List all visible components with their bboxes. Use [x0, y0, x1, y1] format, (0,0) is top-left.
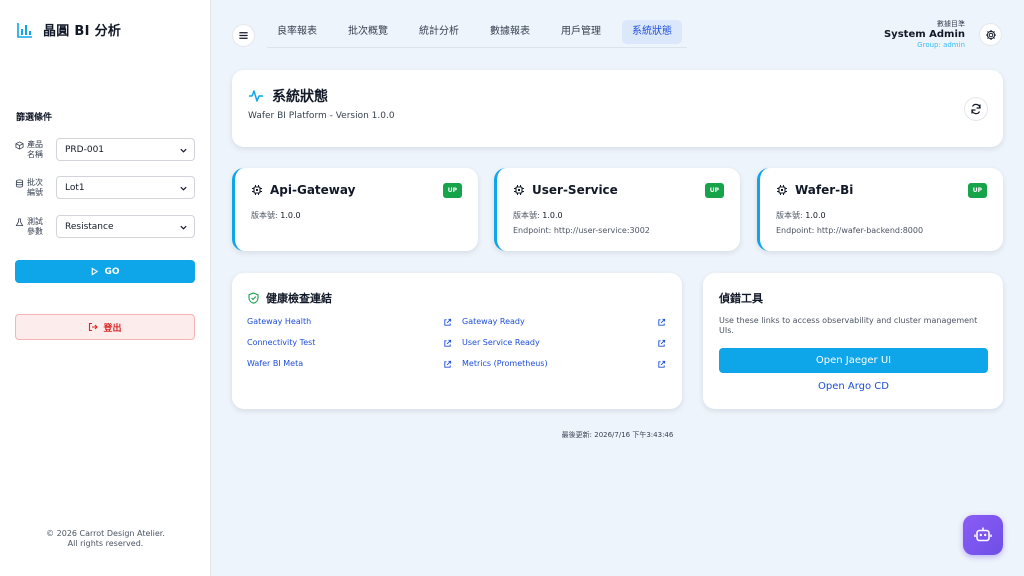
cpu-icon: [514, 185, 524, 195]
refresh-icon: [971, 103, 981, 115]
external-link-icon[interactable]: [443, 339, 452, 348]
health-check-card: 健康檢查連結 Gateway Health Gateway Ready Conn…: [232, 273, 682, 409]
filter-product-label: 產品 名稱: [27, 139, 43, 159]
debug-description: Use these links to access observability …: [719, 316, 978, 335]
gear-icon: [985, 29, 996, 40]
flask-icon: [15, 217, 24, 226]
copyright: © 2026 Carrot Design Atelier. All rights…: [0, 529, 211, 549]
brand: 晶圓 BI 分析: [16, 20, 121, 39]
service-endpoint: Endpoint: http://user-service:3002: [513, 226, 650, 235]
cpu-icon: [777, 185, 787, 195]
tab-data-report[interactable]: 數據報表: [480, 20, 540, 44]
service-name: Api-Gateway: [270, 183, 356, 197]
logout-button[interactable]: 登出: [15, 314, 195, 340]
activity-icon: [249, 90, 263, 102]
logout-icon: [89, 322, 99, 332]
chatbot-button[interactable]: [963, 515, 1003, 555]
tab-lot-overview[interactable]: 批次概覽: [338, 20, 398, 44]
filter-param: 測試 參數 Resistance: [15, 215, 195, 238]
tab-yield-report[interactable]: 良率報表: [267, 20, 327, 44]
product-select[interactable]: PRD-001: [56, 138, 195, 161]
hamburger-icon: [239, 32, 248, 39]
link-user-service-ready[interactable]: User Service Ready: [462, 338, 540, 347]
platform-version: Wafer BI Platform - Version 1.0.0: [248, 111, 395, 121]
main-tabs: 良率報表 批次概覽 統計分析 數據報表 用戶管理 系統狀態: [267, 20, 693, 44]
filter-title: 篩選條件: [16, 113, 53, 123]
user-info: 數據目準 System Admin Group: admin: [884, 20, 965, 50]
page-title: 系統狀態: [272, 89, 328, 105]
filter-product: 產品 名稱 PRD-001: [15, 138, 195, 161]
debug-tools-card: 偵錯工具 Use these links to access observabi…: [703, 273, 1003, 409]
service-name: Wafer-Bi: [795, 183, 854, 197]
external-link-icon[interactable]: [657, 360, 666, 369]
link-wafer-bi-meta[interactable]: Wafer BI Meta: [247, 359, 303, 368]
filter-lot: 批次 編號 Lot1: [15, 176, 195, 199]
chevron-down-icon: [180, 186, 187, 191]
tab-user-management[interactable]: 用戶管理: [551, 20, 611, 44]
service-card-user-service: User-Service UP 版本號: 1.0.0 Endpoint: htt…: [494, 168, 740, 251]
open-jaeger-button[interactable]: Open Jaeger UI: [719, 348, 988, 373]
debug-title: 偵錯工具: [719, 292, 763, 305]
lot-select[interactable]: Lot1: [56, 176, 195, 199]
service-endpoint: Endpoint: http://wafer-backend:8000: [776, 226, 924, 235]
health-title: 健康檢查連結: [266, 292, 332, 305]
logout-label: 登出: [103, 323, 122, 334]
service-version: 版本號: 1.0.0: [251, 211, 301, 220]
last-updated: 最後更新: 2026/7/16 下午3:43:46: [561, 431, 674, 439]
refresh-button[interactable]: [964, 97, 988, 121]
go-button[interactable]: GO: [15, 260, 195, 283]
tab-system-status[interactable]: 系統狀態: [622, 20, 682, 44]
link-metrics-prometheus[interactable]: Metrics (Prometheus): [462, 359, 548, 368]
link-connectivity-test[interactable]: Connectivity Test: [247, 338, 315, 347]
service-card-wafer-bi: Wafer-Bi UP 版本號: 1.0.0 Endpoint: http://…: [757, 168, 1003, 251]
external-link-icon[interactable]: [657, 318, 666, 327]
user-group: Group: admin: [917, 41, 965, 49]
filter-param-label: 測試 參數: [27, 216, 43, 236]
param-select[interactable]: Resistance: [56, 215, 195, 238]
copyright-line-2: All rights reserved.: [67, 539, 144, 548]
menu-toggle-button[interactable]: [232, 24, 255, 47]
user-name: System Admin: [883, 29, 965, 40]
system-status-card: 系統狀態 Wafer BI Platform - Version 1.0.0: [232, 70, 1003, 147]
copyright-line-1: © 2026 Carrot Design Atelier.: [46, 529, 165, 538]
play-icon: [92, 267, 99, 276]
go-label: GO: [104, 266, 120, 277]
app-title: 晶圓 BI 分析: [43, 24, 122, 39]
external-link-icon[interactable]: [443, 360, 452, 369]
status-badge: UP: [442, 183, 462, 198]
cube-icon: [15, 140, 24, 150]
link-gateway-ready[interactable]: Gateway Ready: [462, 317, 525, 326]
status-badge: UP: [704, 183, 724, 198]
external-link-icon[interactable]: [657, 339, 666, 348]
shield-check-icon: [248, 292, 259, 304]
tab-statistics[interactable]: 統計分析: [409, 20, 469, 44]
link-gateway-health[interactable]: Gateway Health: [247, 317, 311, 326]
service-version: 版本號: 1.0.0: [776, 211, 826, 220]
cpu-icon: [252, 185, 262, 195]
lot-select-value: Lot1: [65, 182, 85, 193]
user-role: 數據目準: [937, 20, 965, 28]
robot-icon: [974, 527, 992, 542]
service-name: User-Service: [532, 183, 618, 197]
chevron-down-icon: [180, 225, 187, 230]
service-version: 版本號: 1.0.0: [513, 211, 563, 220]
external-link-icon[interactable]: [443, 318, 452, 327]
tabs-divider: [267, 47, 687, 48]
open-argo-link[interactable]: Open Argo CD: [719, 381, 988, 392]
database-icon: [15, 178, 24, 188]
sidebar: 晶圓 BI 分析 篩選條件 產品 名稱 PRD-001 批次 編號 Lot1 測…: [0, 0, 211, 576]
bar-chart-icon: [17, 22, 32, 38]
status-badge: UP: [967, 183, 987, 198]
product-select-value: PRD-001: [65, 144, 105, 155]
service-card-api-gateway: Api-Gateway UP 版本號: 1.0.0: [232, 168, 478, 251]
chevron-down-icon: [180, 148, 187, 153]
settings-button[interactable]: [979, 23, 1002, 46]
filter-lot-label: 批次 編號: [27, 177, 43, 197]
param-select-value: Resistance: [65, 221, 114, 232]
